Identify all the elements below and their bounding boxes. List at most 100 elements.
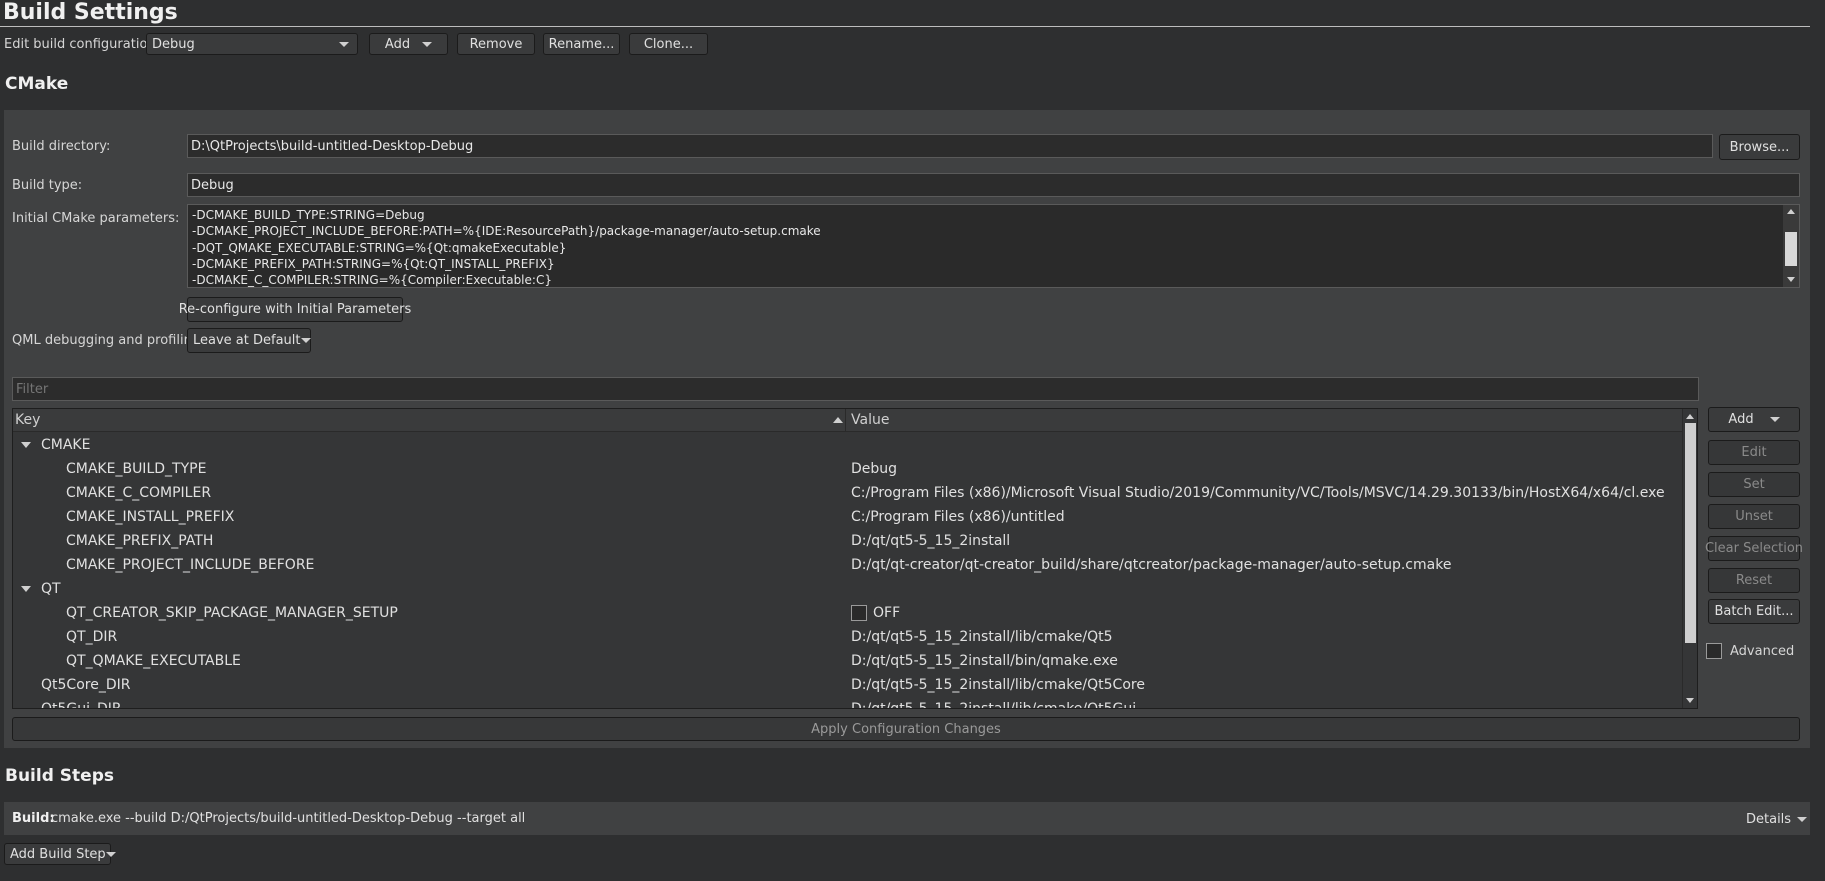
chevron-down-icon — [422, 41, 433, 47]
row-key: QT_QMAKE_EXECUTABLE — [66, 653, 241, 669]
build-step-command: cmake.exe --build D:/QtProjects/build-un… — [51, 811, 526, 826]
set-variable-button[interactable]: Set — [1708, 472, 1800, 497]
row-value: D:/qt/qt5-5_15_2install — [851, 533, 1011, 549]
column-value[interactable]: Value — [851, 412, 889, 428]
details-label: Details — [1746, 812, 1792, 827]
bool-checkbox[interactable] — [851, 605, 867, 621]
expand-arrow-icon[interactable] — [21, 442, 31, 448]
row-key: CMAKE_BUILD_TYPE — [66, 461, 207, 477]
add-build-step-label: Add Build Step — [10, 846, 106, 862]
advanced-checkbox[interactable] — [1706, 643, 1722, 659]
params-scrollbar[interactable] — [1783, 205, 1799, 287]
qml-select-value: Leave at Default — [193, 333, 301, 348]
param-line: -DCMAKE_PROJECT_INCLUDE_BEFORE:PATH=%{ID… — [192, 224, 821, 239]
row-value: C:/Program Files (x86)/untitled — [851, 509, 1065, 525]
table-row[interactable]: CMAKE_PREFIX_PATH D:/qt/qt5-5_15_2instal… — [13, 529, 1682, 553]
qml-select[interactable]: Leave at Default — [187, 328, 311, 353]
row-key: CMAKE_PROJECT_INCLUDE_BEFORE — [66, 557, 315, 573]
filter-input[interactable] — [12, 377, 1699, 401]
add-config-button[interactable]: Add — [369, 33, 448, 55]
row-key: Qt5Gui_DIR — [41, 701, 122, 709]
table-row[interactable]: QT_DIR D:/qt/qt5-5_15_2install/lib/cmake… — [13, 625, 1682, 649]
params-textarea[interactable]: -DCMAKE_BUILD_TYPE:STRING=Debug -DCMAKE_… — [187, 204, 1800, 288]
scroll-thumb[interactable] — [1785, 232, 1797, 266]
scroll-thumb[interactable] — [1685, 423, 1696, 643]
row-value: D:/qt/qt5-5_15_2install/lib/cmake/Qt5 — [851, 629, 1113, 645]
unset-variable-button[interactable]: Unset — [1708, 504, 1800, 529]
row-key: Qt5Core_DIR — [41, 677, 131, 693]
row-key: CMAKE — [41, 437, 91, 453]
reset-button[interactable]: Reset — [1708, 568, 1800, 593]
table-header: Key Value — [13, 409, 1682, 432]
column-divider — [845, 409, 846, 431]
build-type-label: Build type: — [12, 178, 83, 193]
table-row[interactable]: Qt5Gui_DIR D:/qt/qt5-5_15_2install/lib/c… — [13, 697, 1682, 709]
table-row[interactable]: QT_QMAKE_EXECUTABLE D:/qt/qt5-5_15_2inst… — [13, 649, 1682, 673]
row-value: Debug — [851, 461, 898, 477]
clear-selection-button[interactable]: Clear Selection — [1705, 536, 1803, 561]
bool-value: OFF — [873, 605, 901, 621]
scroll-up-icon[interactable] — [1787, 209, 1795, 214]
table-row[interactable]: CMAKE_INSTALL_PREFIX C:/Program Files (x… — [13, 505, 1682, 529]
table-row[interactable]: CMAKE_C_COMPILER C:/Program Files (x86)/… — [13, 481, 1682, 505]
expand-arrow-icon[interactable] — [21, 586, 31, 592]
remove-config-button[interactable]: Remove — [457, 33, 535, 55]
edit-variable-button[interactable]: Edit — [1708, 440, 1800, 465]
scroll-down-icon[interactable] — [1686, 698, 1694, 703]
row-value: D:/qt/qt5-5_15_2install/bin/qmake.exe — [851, 653, 1118, 669]
column-key[interactable]: Key — [15, 412, 40, 428]
param-line: -DCMAKE_BUILD_TYPE:STRING=Debug — [192, 208, 425, 222]
scroll-up-icon[interactable] — [1686, 414, 1694, 419]
row-value: D:/qt/qt5-5_15_2install/lib/cmake/Qt5Gui — [851, 701, 1137, 709]
param-line: -DQT_QMAKE_EXECUTABLE:STRING=%{Qt:qmakeE… — [192, 240, 567, 255]
table-row[interactable]: Qt5Core_DIR D:/qt/qt5-5_15_2install/lib/… — [13, 673, 1682, 697]
row-key: QT_CREATOR_SKIP_PACKAGE_MANAGER_SETUP — [66, 605, 398, 621]
table-scrollbar[interactable] — [1682, 409, 1697, 708]
reconfigure-button[interactable]: Re-configure with Initial Parameters — [179, 297, 411, 322]
chevron-down-icon — [1769, 417, 1780, 422]
details-button[interactable]: Details — [1746, 812, 1808, 827]
table-row[interactable]: QT_CREATOR_SKIP_PACKAGE_MANAGER_SETUP OF… — [13, 601, 1682, 625]
build-step-bar[interactable]: Build: cmake.exe --build D:/QtProjects/b… — [4, 802, 1810, 835]
config-select[interactable]: Debug — [146, 33, 358, 55]
apply-config-button[interactable]: Apply Configuration Changes — [12, 717, 1800, 741]
build-step-label: Build: — [12, 811, 55, 826]
qml-label: QML debugging and profiling: — [12, 333, 205, 348]
table-row[interactable]: CMAKE_BUILD_TYPE Debug — [13, 457, 1682, 481]
browse-button[interactable]: Browse... — [1719, 134, 1800, 160]
clone-config-button[interactable]: Clone... — [629, 33, 708, 55]
row-value: OFF — [851, 605, 900, 621]
rename-config-button[interactable]: Rename... — [543, 33, 620, 55]
sort-ascending-icon — [833, 417, 843, 423]
row-value: D:/qt/qt-creator/qt-creator_build/share/… — [851, 557, 1452, 573]
table-row[interactable]: CMAKE_PROJECT_INCLUDE_BEFORE D:/qt/qt-cr… — [13, 553, 1682, 577]
cmake-variables-table[interactable]: Key Value CMAKE CMAKE_BUILD_TYPE Debug C… — [12, 408, 1698, 709]
row-value: C:/Program Files (x86)/Microsoft Visual … — [851, 485, 1665, 501]
chevron-down-icon — [339, 41, 349, 47]
table-row[interactable]: QT — [13, 577, 1682, 601]
scroll-down-icon[interactable] — [1787, 277, 1795, 282]
row-key: QT — [41, 581, 61, 597]
advanced-toggle[interactable]: Advanced — [1706, 643, 1794, 659]
table-row[interactable]: CMAKE — [13, 433, 1682, 457]
param-line: -DCMAKE_C_COMPILER:STRING=%{Compiler:Exe… — [192, 273, 552, 288]
params-label: Initial CMake parameters: — [12, 211, 180, 226]
build-steps-title: Build Steps — [5, 766, 114, 786]
chevron-down-icon — [105, 851, 116, 857]
build-dir-input[interactable]: D:\QtProjects\build-untitled-Desktop-Deb… — [187, 134, 1713, 158]
param-line: -DCMAKE_PREFIX_PATH:STRING=%{Qt:QT_INSTA… — [192, 256, 555, 271]
row-key: CMAKE_INSTALL_PREFIX — [66, 509, 235, 525]
build-dir-label: Build directory: — [12, 139, 111, 154]
title-divider — [0, 26, 1810, 27]
row-key: CMAKE_PREFIX_PATH — [66, 533, 214, 549]
config-select-value: Debug — [152, 36, 195, 52]
build-type-input[interactable]: Debug — [187, 173, 1800, 197]
row-key: QT_DIR — [66, 629, 118, 645]
batch-edit-button[interactable]: Batch Edit... — [1708, 599, 1800, 624]
row-key: CMAKE_C_COMPILER — [66, 485, 212, 501]
chevron-down-icon — [300, 338, 311, 343]
advanced-label: Advanced — [1730, 643, 1795, 659]
add-variable-button[interactable]: Add — [1708, 407, 1800, 432]
page-title: Build Settings — [3, 0, 178, 25]
add-build-step-button[interactable]: Add Build Step — [4, 843, 116, 865]
